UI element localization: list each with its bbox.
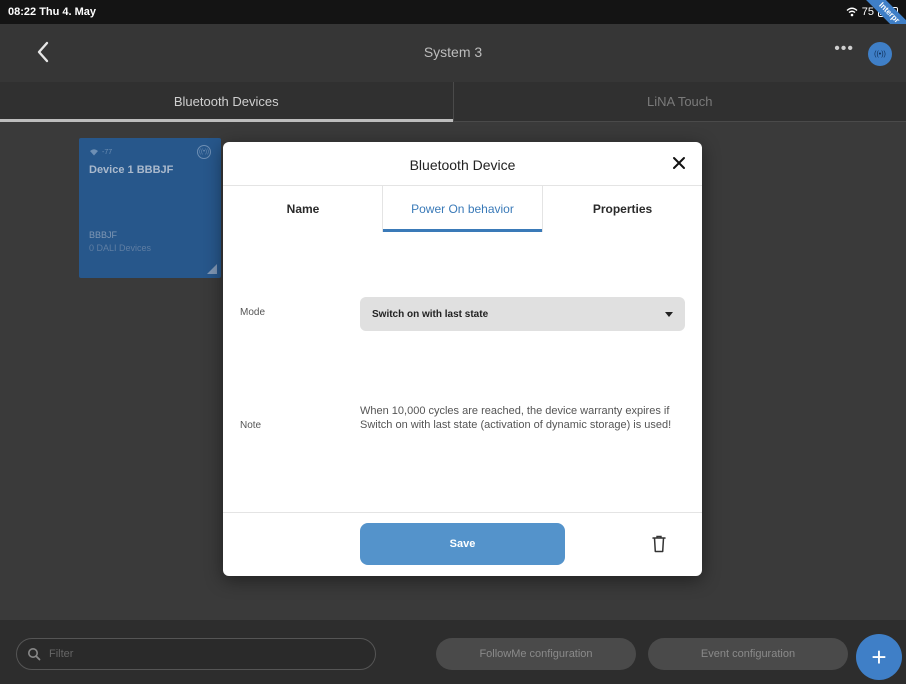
status-left: 08:22 Thu 4. May bbox=[8, 6, 96, 18]
tab-name[interactable]: Name bbox=[223, 186, 383, 232]
mode-label: Mode bbox=[240, 307, 266, 318]
note-text: When 10,000 cycles are reached, the devi… bbox=[360, 405, 672, 431]
signal-strength: -77 bbox=[102, 148, 113, 156]
resize-handle-icon bbox=[207, 264, 217, 274]
add-button[interactable]: + bbox=[856, 634, 902, 680]
device-dali-count: 0 DALI Devices bbox=[89, 243, 152, 253]
mode-select[interactable]: Switch on with last state bbox=[360, 297, 685, 331]
bottom-bar: FollowMe configuration Event configurati… bbox=[0, 620, 906, 684]
dialog-title: Bluetooth Device bbox=[409, 157, 516, 173]
followme-configuration-button[interactable]: FollowMe configuration bbox=[436, 638, 636, 670]
dialog-footer: Save bbox=[223, 512, 702, 576]
more-options-icon[interactable]: ••• bbox=[834, 40, 854, 58]
device-card-header: -77 ((•)) bbox=[89, 145, 211, 159]
search-icon bbox=[28, 648, 41, 661]
status-time: 08:22 bbox=[8, 6, 37, 18]
trash-icon[interactable] bbox=[652, 535, 666, 553]
status-date: Thu 4. May bbox=[39, 6, 97, 18]
page-title: System 3 bbox=[423, 44, 483, 60]
dialog-header: Bluetooth Device bbox=[223, 142, 702, 186]
broadcast-icon[interactable]: ((•)) bbox=[868, 42, 892, 66]
filter-field[interactable] bbox=[16, 638, 376, 670]
note-label: Note bbox=[240, 420, 262, 431]
wifi-icon bbox=[846, 7, 858, 17]
device-signal: -77 bbox=[89, 148, 112, 156]
tab-power-on-behavior[interactable]: Power On behavior bbox=[382, 186, 543, 232]
tab-properties[interactable]: Properties bbox=[543, 186, 702, 232]
main-tabs: Bluetooth Devices LiNA Touch bbox=[0, 82, 906, 122]
filter-input[interactable] bbox=[49, 648, 349, 660]
close-icon[interactable] bbox=[672, 156, 686, 170]
device-subtitle: BBBJF bbox=[89, 230, 118, 240]
signal-icon bbox=[90, 149, 98, 156]
tab-lina-touch[interactable]: LiNA Touch bbox=[452, 82, 906, 121]
event-configuration-button[interactable]: Event configuration bbox=[648, 638, 848, 670]
dropdown-caret-icon bbox=[665, 311, 673, 317]
dialog-tabs: Name Power On behavior Properties bbox=[223, 186, 702, 232]
device-broadcast-icon[interactable]: ((•)) bbox=[197, 145, 211, 159]
bluetooth-device-dialog: Bluetooth Device Name Power On behavior … bbox=[223, 142, 702, 576]
tab-bluetooth-devices[interactable]: Bluetooth Devices bbox=[0, 82, 453, 122]
nav-bar: System 3 ••• ((•)) bbox=[0, 24, 906, 82]
battery-percent: 75 bbox=[861, 6, 874, 18]
status-bar: 08:22 Thu 4. May 75 Interpr bbox=[0, 0, 906, 40]
save-button[interactable]: Save bbox=[360, 523, 565, 565]
mode-selected-value: Switch on with last state bbox=[372, 308, 489, 320]
device-title: Device 1 BBBJF bbox=[89, 164, 174, 176]
device-card[interactable]: -77 ((•)) Device 1 BBBJF BBBJF 0 DALI De… bbox=[79, 138, 221, 278]
